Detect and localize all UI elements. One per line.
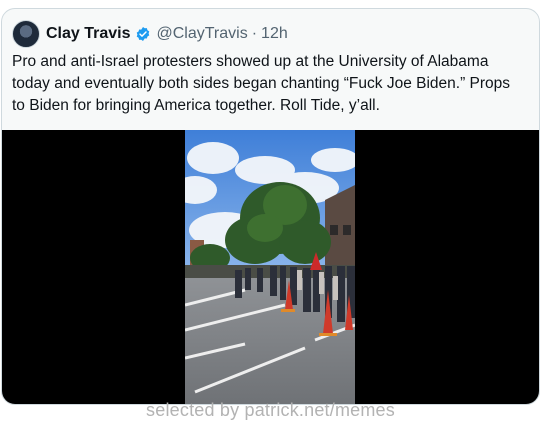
tweet-media[interactable]: [2, 130, 539, 404]
separator-dot: ·: [251, 25, 258, 42]
tweet-header: Clay Travis @ClayTravis · 12h: [12, 19, 288, 49]
display-name[interactable]: Clay Travis: [46, 25, 131, 43]
watermark-text: selected by patrick.net/memes: [146, 400, 395, 420]
timestamp[interactable]: 12h: [261, 25, 288, 43]
video-frame-illustration: [185, 130, 355, 404]
tweet-text: Pro and anti-Israel protesters showed up…: [12, 53, 515, 114]
tweet-card[interactable]: Clay Travis @ClayTravis · 12h Pro and an…: [1, 8, 540, 405]
user-handle[interactable]: @ClayTravis: [157, 25, 248, 43]
verified-badge-icon: [136, 27, 149, 41]
avatar[interactable]: [12, 20, 40, 48]
video-thumbnail[interactable]: [185, 130, 355, 404]
